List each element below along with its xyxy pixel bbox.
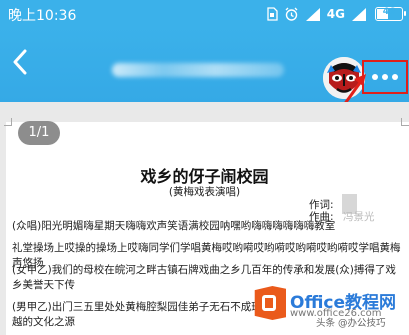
signal-icon-2 bbox=[351, 7, 367, 21]
crop-mark bbox=[401, 118, 409, 126]
crop-mark bbox=[4, 118, 12, 126]
battery-tip bbox=[404, 11, 406, 16]
sim-icon bbox=[266, 7, 278, 21]
document-title-blurred bbox=[112, 63, 284, 77]
more-dots-icon bbox=[392, 74, 398, 80]
phone-screen: 晚上10:36 4G 46 1/1 戏乡的伢子闹校园 (黄梅戏表演唱) 作词: … bbox=[0, 0, 409, 335]
battery-level: 46 bbox=[382, 7, 396, 17]
watermark-site: 头条 @办公技巧 bbox=[316, 318, 386, 329]
chevron-left-icon bbox=[13, 49, 27, 75]
status-icons: 4G 46 bbox=[266, 4, 406, 24]
office-logo-icon bbox=[254, 286, 286, 320]
page-indicator: 1/1 bbox=[18, 121, 60, 145]
battery-icon: 46 bbox=[375, 7, 406, 21]
signal-icon bbox=[305, 7, 321, 21]
office-logo-inner bbox=[262, 295, 276, 311]
more-dots-icon bbox=[382, 74, 388, 80]
alarm-icon bbox=[284, 7, 299, 22]
back-button[interactable] bbox=[4, 44, 36, 80]
status-bar: 晚上10:36 4G 46 bbox=[0, 0, 409, 27]
network-type: 4G bbox=[326, 7, 345, 21]
lyric-paragraph: (众唱)阳光明媚嗨星期天嗨嗨欢声笑语满校园呐嘿哟嗨嗨嗨嗨嗨嗨教室 bbox=[12, 220, 336, 232]
status-time: 晚上10:36 bbox=[8, 8, 77, 24]
